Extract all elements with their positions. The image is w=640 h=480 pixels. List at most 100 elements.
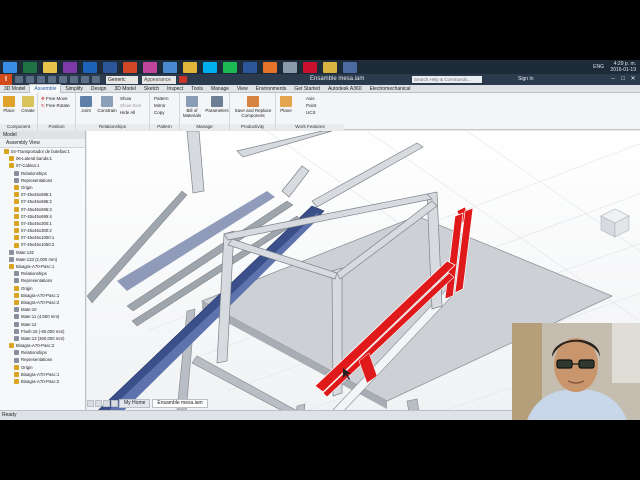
free-rotate-button[interactable]: ↻ Free Rotate	[41, 103, 70, 108]
create-button[interactable]: Create	[18, 96, 38, 113]
acrobat-icon[interactable]	[303, 61, 317, 73]
ribbon-tab-manage[interactable]: Manage	[207, 85, 233, 93]
tab-next-icon[interactable]	[95, 400, 102, 407]
ribbon-tab-tools[interactable]: Tools	[187, 85, 207, 93]
bill-of-materials-button[interactable]: Bill of Materials	[181, 96, 203, 118]
save-replace-button[interactable]: Save and Replace Component	[232, 96, 274, 118]
ribbon-tab-design[interactable]: Design	[87, 85, 111, 93]
mirror-button[interactable]: Mirror	[154, 103, 166, 108]
tree-item[interactable]: 06-Lateral banda:1	[0, 155, 85, 162]
tree-item[interactable]: 07-45x45x695:1	[0, 191, 85, 198]
pattern-button[interactable]: Pattern	[154, 96, 169, 101]
ribbon-tab-view[interactable]: View	[233, 85, 252, 93]
tree-item[interactable]: 07-45x45x300:1	[0, 220, 85, 227]
tree-item[interactable]: Mate:12	[0, 321, 85, 328]
tree-item[interactable]: 07-45x45x300:2	[0, 227, 85, 234]
folder-icon[interactable]	[323, 61, 337, 73]
spotify-icon[interactable]	[223, 61, 237, 73]
tree-item[interactable]: Bisagra-A70-Pasc:2	[0, 378, 85, 385]
axis-button[interactable]: Axis	[306, 96, 315, 101]
excel-icon[interactable]	[23, 61, 37, 73]
tree-item[interactable]: Bisagra-A70-Pasc:2	[0, 299, 85, 306]
select-icon[interactable]	[92, 76, 100, 83]
redo-icon[interactable]	[59, 76, 67, 83]
browser-view-dropdown[interactable]: Assembly View	[0, 139, 85, 148]
outlook-icon[interactable]	[83, 61, 97, 73]
onenote-icon[interactable]	[63, 61, 77, 73]
open-icon[interactable]	[26, 76, 34, 83]
undo-icon[interactable]	[48, 76, 56, 83]
tree-item[interactable]: Bisagra-A70-Pasc:1	[0, 263, 85, 270]
tree-item[interactable]: 07-45x45x695:2	[0, 198, 85, 205]
ribbon-tab-3d-model[interactable]: 3D Model	[0, 85, 29, 93]
hide-all-button[interactable]: Hide All	[120, 110, 135, 115]
ribbon-tab-3d-model[interactable]: 3D Model	[110, 85, 139, 93]
tree-item[interactable]: Relationships	[0, 270, 85, 277]
tree-item[interactable]: Origin	[0, 184, 85, 191]
language-indicator[interactable]: ENG	[593, 64, 604, 70]
ribbon-tab-autodesk-a360[interactable]: Autodesk A360	[324, 85, 366, 93]
home-icon[interactable]	[70, 76, 78, 83]
color-icon[interactable]	[179, 76, 187, 83]
tree-item[interactable]: Representations	[0, 356, 85, 363]
show-button[interactable]: Show	[120, 96, 131, 101]
tree-item[interactable]: 07-45x45x695:4	[0, 213, 85, 220]
app-icon[interactable]	[163, 61, 177, 73]
close-icon[interactable]: ✕	[628, 75, 638, 83]
tree-item[interactable]: 07-45x45x1050:1	[0, 234, 85, 241]
tree-item[interactable]: 07-Cabina:1	[0, 162, 85, 169]
doc-tab[interactable]: My Home	[119, 399, 151, 408]
tree-item[interactable]: Flush:15 (-50,000 mm)	[0, 328, 85, 335]
tree-item[interactable]: Bisagra-A70-Pasc:1	[0, 292, 85, 299]
app-icon[interactable]	[343, 61, 357, 73]
point-button[interactable]: Point	[306, 103, 316, 108]
copy-button[interactable]: Copy	[154, 110, 165, 115]
free-move-button[interactable]: ✥ Free Move	[41, 96, 68, 101]
tree-item[interactable]: Mate:132	[0, 249, 85, 256]
tree-item[interactable]: 04-Transportador de botellas:1	[0, 148, 85, 155]
ribbon-tab-inspect[interactable]: Inspect	[163, 85, 187, 93]
tree-item[interactable]: Mate:10	[0, 306, 85, 313]
system-clock[interactable]: 4:29 p. m. 2016-01-19	[610, 61, 636, 73]
parameters-button[interactable]: Parameters	[204, 96, 230, 113]
tree-item[interactable]: 07-45x45x1050:2	[0, 241, 85, 248]
minimize-icon[interactable]: –	[608, 75, 618, 83]
ribbon-tab-environments[interactable]: Environments	[252, 85, 291, 93]
show-sick-button[interactable]: Show Sick	[120, 103, 141, 108]
ribbon-tab-electromechanical[interactable]: Electromechanical	[366, 85, 415, 93]
joint-button[interactable]: Joint	[76, 96, 96, 113]
word-icon[interactable]	[103, 61, 117, 73]
sign-in-link[interactable]: Sign In	[518, 76, 534, 82]
constrain-button[interactable]: Constrain	[95, 96, 119, 113]
material-dropdown[interactable]: Generic	[106, 75, 138, 84]
inventor-logo-icon[interactable]: I	[0, 74, 12, 85]
tree-item[interactable]: Origin	[0, 364, 85, 371]
ribbon-tab-assemble[interactable]: Assemble	[29, 84, 62, 93]
tab-list-icon[interactable]	[103, 400, 110, 407]
plane-button[interactable]: Plane	[276, 96, 296, 113]
file-explorer-icon[interactable]	[43, 61, 57, 73]
viewcube[interactable]	[599, 207, 631, 244]
save-icon[interactable]	[37, 76, 45, 83]
tree-item[interactable]: Relationships	[0, 349, 85, 356]
notes-icon[interactable]	[283, 61, 297, 73]
windows-start-icon[interactable]	[3, 61, 17, 73]
skype-icon[interactable]	[203, 61, 217, 73]
chrome-icon[interactable]	[183, 61, 197, 73]
ribbon-tab-sketch[interactable]: Sketch	[140, 85, 163, 93]
tree-item[interactable]: Relationships	[0, 170, 85, 177]
ucs-button[interactable]: UCS	[306, 110, 316, 115]
new-icon[interactable]	[15, 76, 23, 83]
tree-item[interactable]: Mate:133 (2,000 mm)	[0, 256, 85, 263]
word-icon[interactable]	[243, 61, 257, 73]
tree-item[interactable]: Representations	[0, 177, 85, 184]
paint-icon[interactable]	[143, 61, 157, 73]
inventor-icon[interactable]	[263, 61, 277, 73]
tab-prev-icon[interactable]	[87, 400, 94, 407]
doc-tab[interactable]: Ensamble mesa.iam	[152, 399, 208, 408]
powerpoint-icon[interactable]	[123, 61, 137, 73]
tree-item[interactable]: Mate:11 (4,500 mm)	[0, 313, 85, 320]
update-icon[interactable]	[81, 76, 89, 83]
ribbon-tab-get-started[interactable]: Get Started	[290, 85, 324, 93]
tree-item[interactable]: Origin	[0, 285, 85, 292]
